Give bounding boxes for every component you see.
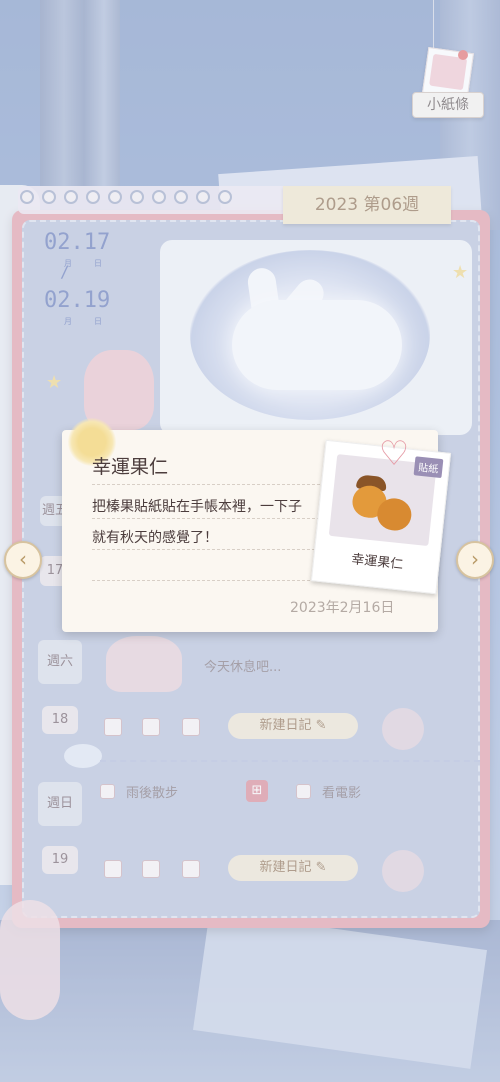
edit-icon: ✎ [315,860,327,875]
heart-icon: ♡ [378,434,410,474]
popup-date: 2023年2月16日 [290,600,395,616]
pin-icon [458,50,468,60]
stamp-circle[interactable] [382,708,424,750]
hanging-string [433,0,434,52]
binder-rings [20,190,280,210]
divider-line [92,549,320,550]
plan-checkbox[interactable] [296,784,311,799]
next-page-button[interactable]: › [456,541,494,579]
bowl-sticker [64,744,102,768]
dashed-divider [100,760,480,762]
day-caption: 日 [94,317,102,326]
ring-icon [64,190,78,204]
star-icon: ★ [452,262,469,283]
week-label: 2023 第06週 [314,195,420,215]
note-button[interactable]: 小紙條 [412,92,484,118]
divider-line [92,484,320,485]
checkbox[interactable] [182,718,200,736]
new-diary-button[interactable]: 新建日記 ✎ [228,855,358,881]
new-diary-button[interactable]: 新建日記 ✎ [228,713,358,739]
day-19: 19 [42,846,78,874]
curtain [40,0,120,200]
popup-description: 把榛果貼紙貼在手帳本裡，一下子就有秋天的感覺了！ [92,499,302,546]
ring-icon [20,190,34,204]
note-label: 小紙條 [427,97,469,113]
month-caption: 月 [64,317,72,326]
day-caption: 日 [94,259,102,268]
plan-item: 雨後散步 [126,786,179,801]
week-tag: 2023 第06週 [283,186,451,224]
popup-title: 幸運果仁 [92,456,169,478]
bunny-cloud [232,300,402,390]
edit-icon: ✎ [315,718,327,733]
ring-icon [196,190,210,204]
ring-icon [174,190,188,204]
checkbox[interactable] [142,860,160,878]
sticker-name: 幸運果仁 [350,552,404,573]
checkbox[interactable] [182,860,200,878]
checkbox[interactable] [104,860,122,878]
divider-line [92,518,320,519]
ring-icon [218,190,232,204]
divider-line [92,580,320,581]
star-icon: ★ [46,372,63,393]
ring-icon [42,190,56,204]
chevron-left-icon: ‹ [19,547,27,571]
new-diary-label: 新建日記 [259,718,312,733]
weekday-sun: 週日 [38,782,82,826]
chevron-right-icon: › [471,547,479,571]
paw-charm [0,900,60,1020]
ring-icon [152,190,166,204]
weekday-sat: 週六 [38,640,82,684]
blanket-sticker [106,636,182,692]
day-18: 18 [42,706,78,734]
date-end: 02.19 [44,288,111,313]
sticker-badge: 貼紙 [413,456,444,479]
gift-icon: ⊞ [246,780,268,802]
checkbox[interactable] [142,718,160,736]
ring-icon [130,190,144,204]
date-start: 02.17 [44,230,111,255]
ring-icon [86,190,100,204]
plan-item: 看電影 [322,786,362,801]
acorn-icon [375,496,413,533]
plan-checkbox[interactable] [100,784,115,799]
prev-page-button[interactable]: ‹ [4,541,42,579]
ring-icon [108,190,122,204]
new-diary-label: 新建日記 [259,860,312,875]
stamp-circle[interactable] [382,850,424,892]
date-separator: / [60,262,70,281]
checkbox[interactable] [104,718,122,736]
day-note: 今天休息吧... [204,660,282,675]
